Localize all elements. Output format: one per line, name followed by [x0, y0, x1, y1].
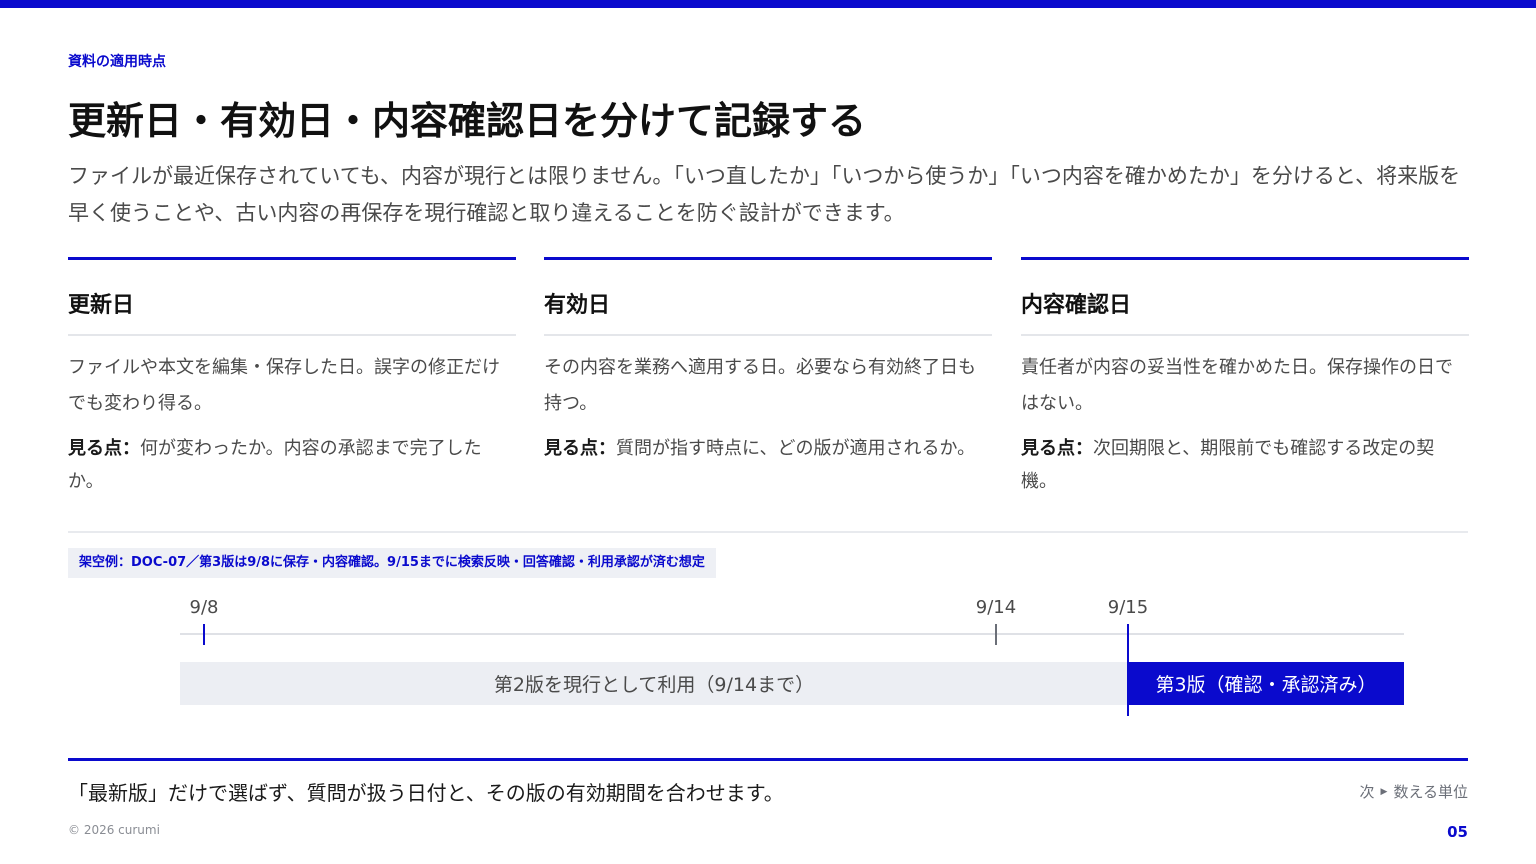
column-effective-date: 有効日 その内容を業務へ適用する日。必要なら有効終了日も持つ。 見る点：質問が指…	[544, 257, 992, 465]
play-arrow-icon: ▶	[1380, 786, 1388, 797]
version-2-bar: 第2版を現行として利用（9/14まで）	[180, 662, 1128, 705]
footer-rule	[68, 758, 1468, 761]
point-label: 見る点：	[68, 438, 140, 459]
next-label: 次	[1359, 783, 1375, 801]
tick-label-9-15: 9/15	[1107, 597, 1149, 618]
column-point: 見る点：次回期限と、期限前でも確認する改定の契機。	[1021, 432, 1469, 498]
version-3-bar-label: 第3版（確認・承認済み）	[1155, 674, 1377, 696]
column-top-rule	[1021, 257, 1469, 260]
timeline-axis	[180, 633, 1404, 635]
top-accent-bar	[0, 0, 1536, 8]
column-heading: 有効日	[544, 293, 611, 318]
version-3-bar: 第3版（確認・承認済み）	[1128, 662, 1404, 705]
column-top-rule	[544, 257, 992, 260]
section-eyebrow: 資料の適用時点	[68, 54, 166, 70]
column-description: ファイルや本文を編集・保存した日。誤字の修正だけでも変わり得る。	[68, 357, 500, 414]
column-review-date: 内容確認日 責任者が内容の妥当性を確かめた日。保存操作の日ではない。 見る点：次…	[1021, 257, 1469, 498]
footer-message: 「最新版」だけで選ばず、質問が扱う日付と、その版の有効期間を合わせます。	[68, 781, 784, 805]
tick-mark-9-8	[203, 624, 205, 645]
section-separator	[68, 531, 1468, 533]
point-label: 見る点：	[1021, 438, 1093, 459]
column-divider	[1021, 334, 1469, 336]
example-caption: 架空例：DOC-07／第3版は9/8に保存・内容確認。9/15までに検索反映・回…	[68, 548, 716, 578]
column-divider	[68, 334, 516, 336]
lead-paragraph: ファイルが最近保存されていても、内容が現行とは限りません。「いつ直したか」「いつ…	[68, 164, 1461, 225]
column-point: 見る点：質問が指す時点に、どの版が適用されるか。	[544, 432, 992, 465]
tick-label-9-14: 9/14	[975, 597, 1017, 618]
column-point: 見る点：何が変わったか。内容の承認まで完了したか。	[68, 432, 516, 498]
next-topic: 数える単位	[1393, 783, 1468, 801]
column-update-date: 更新日 ファイルや本文を編集・保存した日。誤字の修正だけでも変わり得る。 見る点…	[68, 257, 516, 498]
column-heading: 更新日	[68, 293, 135, 318]
next-link[interactable]: 次 ▶ 数える単位	[1360, 781, 1469, 802]
version-2-bar-label: 第2版を現行として利用（9/14まで）	[493, 674, 815, 696]
tick-mark-9-15	[1127, 624, 1129, 716]
copyright: © 2026 curumi	[68, 823, 160, 837]
column-top-rule	[68, 257, 516, 260]
point-label: 見る点：	[544, 438, 616, 459]
tick-mark-9-14	[995, 624, 997, 645]
column-description: 責任者が内容の妥当性を確かめた日。保存操作の日ではない。	[1021, 357, 1453, 414]
page-number: 05	[1447, 823, 1468, 841]
column-description: その内容を業務へ適用する日。必要なら有効終了日も持つ。	[544, 357, 976, 414]
column-divider	[544, 334, 992, 336]
page-title: 更新日・有効日・内容確認日を分けて記録する	[68, 99, 867, 143]
column-heading: 内容確認日	[1021, 293, 1132, 318]
tick-label-9-8: 9/8	[189, 597, 219, 618]
point-text: 質問が指す時点に、どの版が適用されるか。	[616, 438, 976, 459]
